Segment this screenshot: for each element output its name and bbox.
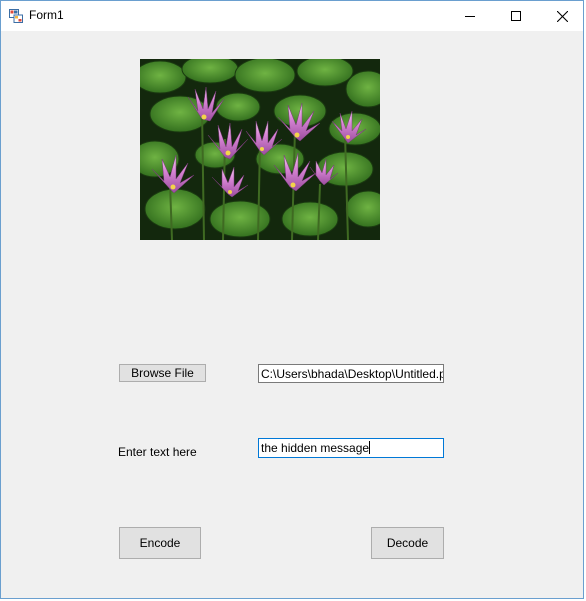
maximize-icon bbox=[511, 11, 521, 21]
decode-button[interactable]: Decode bbox=[371, 527, 444, 559]
encode-button[interactable]: Encode bbox=[119, 527, 201, 559]
close-button[interactable] bbox=[539, 1, 585, 31]
minimize-button[interactable] bbox=[447, 1, 493, 31]
form1-window: Form1 Browse File C:\Users\bhada\Desktop… bbox=[0, 0, 584, 599]
title-bar[interactable]: Form1 bbox=[1, 1, 583, 31]
text-caret bbox=[369, 441, 371, 454]
message-label: Enter text here bbox=[118, 445, 197, 459]
window-title: Form1 bbox=[29, 8, 64, 22]
water-lily-photo bbox=[140, 59, 380, 240]
message-input-text: the hidden message bbox=[261, 441, 370, 455]
maximize-button[interactable] bbox=[493, 1, 539, 31]
message-input[interactable]: the hidden message bbox=[258, 438, 444, 458]
close-icon bbox=[556, 10, 568, 22]
app-icon bbox=[9, 9, 23, 23]
image-preview bbox=[140, 59, 380, 240]
browse-file-button[interactable]: Browse File bbox=[119, 364, 206, 382]
file-path-field[interactable]: C:\Users\bhada\Desktop\Untitled.png bbox=[258, 364, 444, 383]
minimize-icon bbox=[465, 16, 475, 17]
